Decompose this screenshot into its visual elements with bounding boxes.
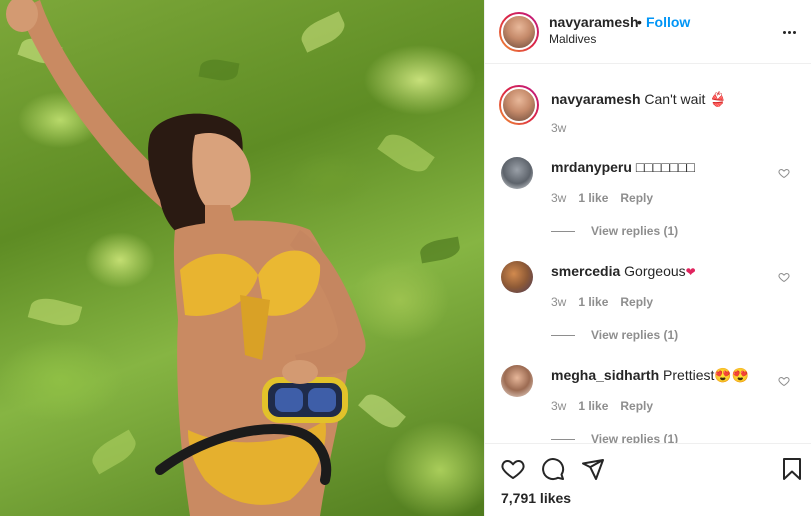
reply-button[interactable]: Reply [620,399,653,413]
caption-username[interactable]: navyaramesh [551,91,641,107]
comment-username[interactable]: smercedia [551,263,620,279]
comment-meta: 3w 1 like Reply [551,295,653,309]
bookmark-icon[interactable] [780,457,804,481]
header-separator: • [637,14,642,30]
comment-time[interactable]: 3w [551,191,566,205]
caption-emoji: 👙 [709,91,727,107]
more-options-icon[interactable] [783,24,799,40]
view-replies-label: View replies (1) [591,432,679,443]
replies-line [551,230,575,232]
post-photo[interactable] [0,0,484,516]
comment-text-row: mrdanyperu □□□□□□□ [551,159,695,175]
comment-likes[interactable]: 1 like [578,191,608,205]
caption-text: Can't wait [644,91,706,107]
post-header: navyaramesh • Follow Maldives [485,0,811,64]
replies-line [551,334,575,336]
comment-meta: 3w 1 like Reply [551,191,653,205]
comment-text: □□□□□□□ [635,159,696,175]
caption-meta: 3w [551,121,566,135]
share-icon[interactable] [581,457,605,481]
post-location[interactable]: Maldives [549,32,596,46]
comments-list[interactable]: navyaramesh Can't wait 👙 3w mrdanyperu □… [485,65,811,443]
commenter-avatar[interactable] [501,261,533,293]
author-username[interactable]: navyaramesh [549,14,639,30]
comment-like-icon[interactable] [778,167,790,179]
post-actions: 7,791 likes [485,443,811,516]
follow-button[interactable]: Follow [646,14,690,30]
view-replies-button[interactable]: View replies (1) [551,432,678,443]
comment-username[interactable]: mrdanyperu [551,159,632,175]
caption-time[interactable]: 3w [551,121,566,135]
view-replies-label: View replies (1) [591,328,679,342]
comment-likes[interactable]: 1 like [578,295,608,309]
comment-text-row: megha_sidharth Prettiest😍😍 [551,367,749,384]
commenter-avatar[interactable] [501,157,533,189]
comment-text-row: smercedia Gorgeous❤ [551,263,696,279]
comment-time[interactable]: 3w [551,399,566,413]
reply-button[interactable]: Reply [620,191,653,205]
view-replies-button[interactable]: View replies (1) [551,328,678,342]
person-figure [6,0,366,516]
post-details-panel: navyaramesh • Follow Maldives navyarames… [484,0,811,516]
heart-icon[interactable] [501,457,525,481]
comment-username[interactable]: megha_sidharth [551,367,659,383]
likes-count[interactable]: 7,791 likes [501,490,571,506]
comment-like-icon[interactable] [778,271,790,283]
replies-line [551,438,575,440]
comment-text: Gorgeous [624,263,686,279]
commenter-avatar[interactable] [501,365,533,397]
view-replies-button[interactable]: View replies (1) [551,224,678,238]
comment-meta: 3w 1 like Reply [551,399,653,413]
caption-avatar[interactable] [499,85,539,125]
comment-likes[interactable]: 1 like [578,399,608,413]
comment-like-icon[interactable] [778,375,790,387]
caption-text-row: navyaramesh Can't wait 👙 [551,91,727,108]
comment-emoji: ❤ [685,265,696,279]
comment-icon[interactable] [541,457,565,481]
view-replies-label: View replies (1) [591,224,679,238]
comment-emoji: 😍😍 [714,367,750,383]
comment-text: Prettiest [663,367,715,383]
reply-button[interactable]: Reply [620,295,653,309]
comment-time[interactable]: 3w [551,295,566,309]
author-avatar[interactable] [499,12,539,52]
